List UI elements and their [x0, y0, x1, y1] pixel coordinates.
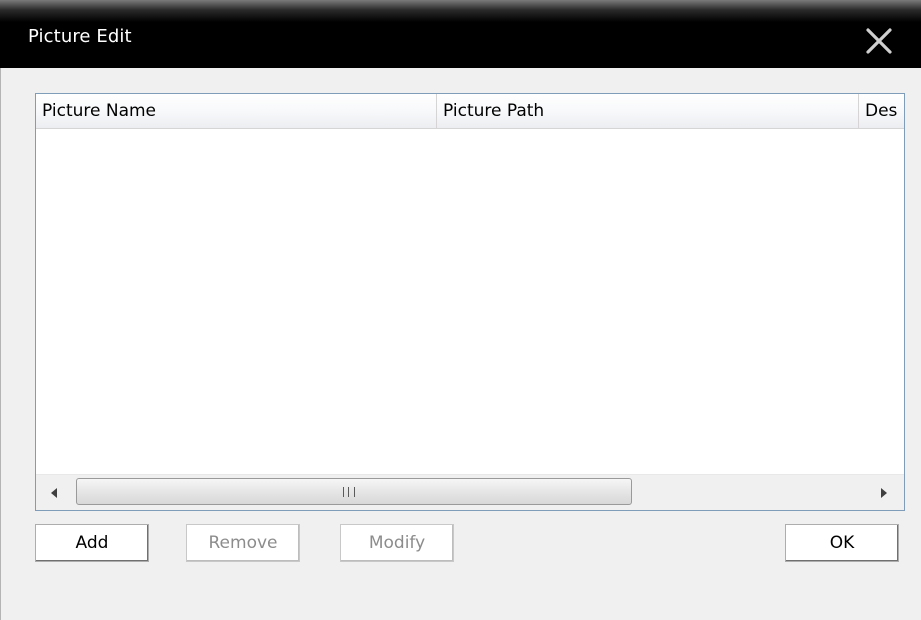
- picture-edit-dialog: Picture Edit Picture Name Picture Path D…: [0, 0, 921, 620]
- window-border: [0, 68, 10, 620]
- window-title: Picture Edit: [28, 26, 132, 47]
- scroll-right-arrow-icon: [880, 483, 888, 502]
- scroll-thumb[interactable]: [76, 478, 632, 505]
- column-header-picture-name[interactable]: Picture Name: [36, 94, 437, 128]
- column-header-picture-path[interactable]: Picture Path: [437, 94, 859, 128]
- scroll-right-button[interactable]: [866, 475, 902, 510]
- list-header: Picture Name Picture Path Des: [36, 94, 904, 129]
- modify-button[interactable]: Modify: [340, 524, 454, 562]
- column-header-description[interactable]: Des: [859, 94, 904, 128]
- picture-list[interactable]: Picture Name Picture Path Des: [35, 93, 905, 511]
- close-button[interactable]: [862, 24, 898, 60]
- close-icon: [862, 24, 898, 60]
- horizontal-scrollbar[interactable]: [36, 474, 904, 510]
- list-body[interactable]: [36, 129, 904, 474]
- add-button[interactable]: Add: [35, 524, 149, 562]
- grip-icon: [343, 487, 355, 497]
- scroll-left-button[interactable]: [36, 475, 72, 510]
- title-bar[interactable]: Picture Edit: [0, 0, 921, 68]
- ok-button[interactable]: OK: [785, 524, 899, 562]
- scroll-left-arrow-icon: [50, 483, 58, 502]
- remove-button[interactable]: Remove: [186, 524, 300, 562]
